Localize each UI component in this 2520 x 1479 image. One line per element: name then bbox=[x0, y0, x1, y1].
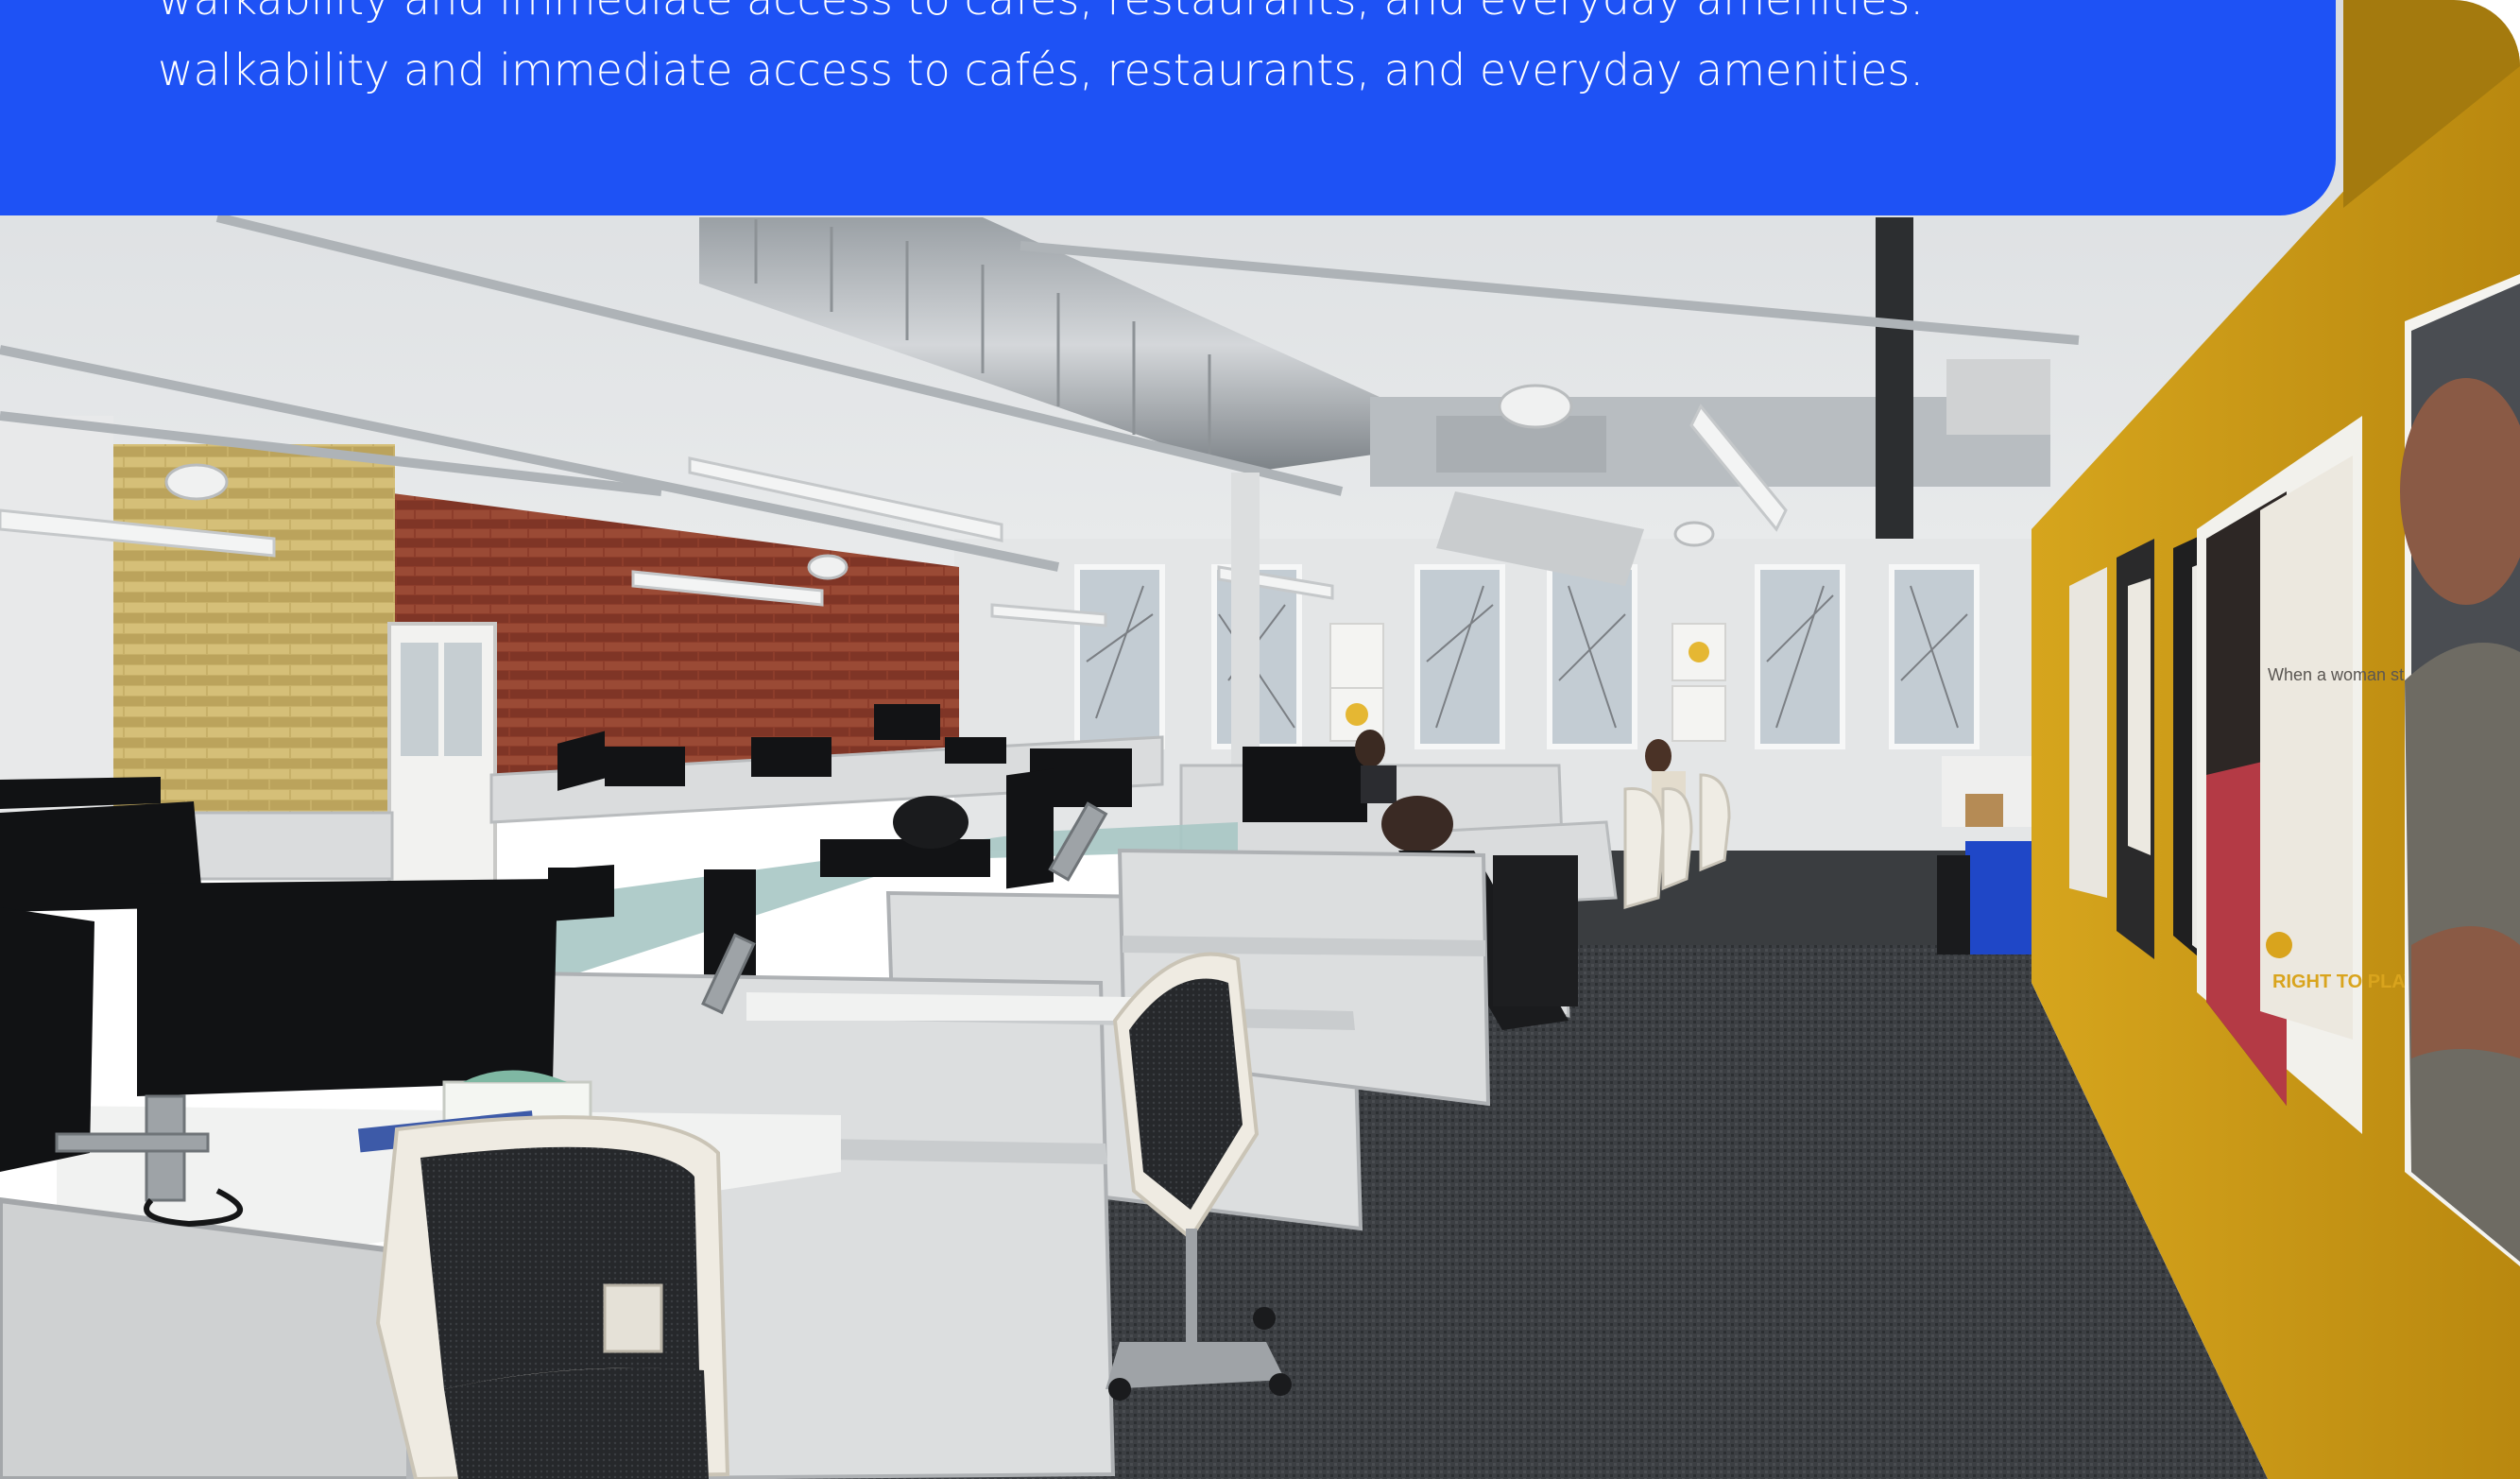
office-photo: RIGHT TO PLAY When a woman studies, she … bbox=[0, 0, 2520, 1479]
chair-foreground bbox=[375, 1115, 730, 1479]
info-panel: walkability and immediate access to café… bbox=[0, 0, 2336, 215]
page: RIGHT TO PLAY When a woman studies, she … bbox=[0, 0, 2520, 1479]
info-text-line-2: walkability and immediate access to café… bbox=[158, 44, 1924, 95]
info-text-line-1: walkability and immediate access to café… bbox=[158, 0, 1924, 26]
poster-logo-1: RIGHT TO PLAY bbox=[2272, 972, 2417, 992]
